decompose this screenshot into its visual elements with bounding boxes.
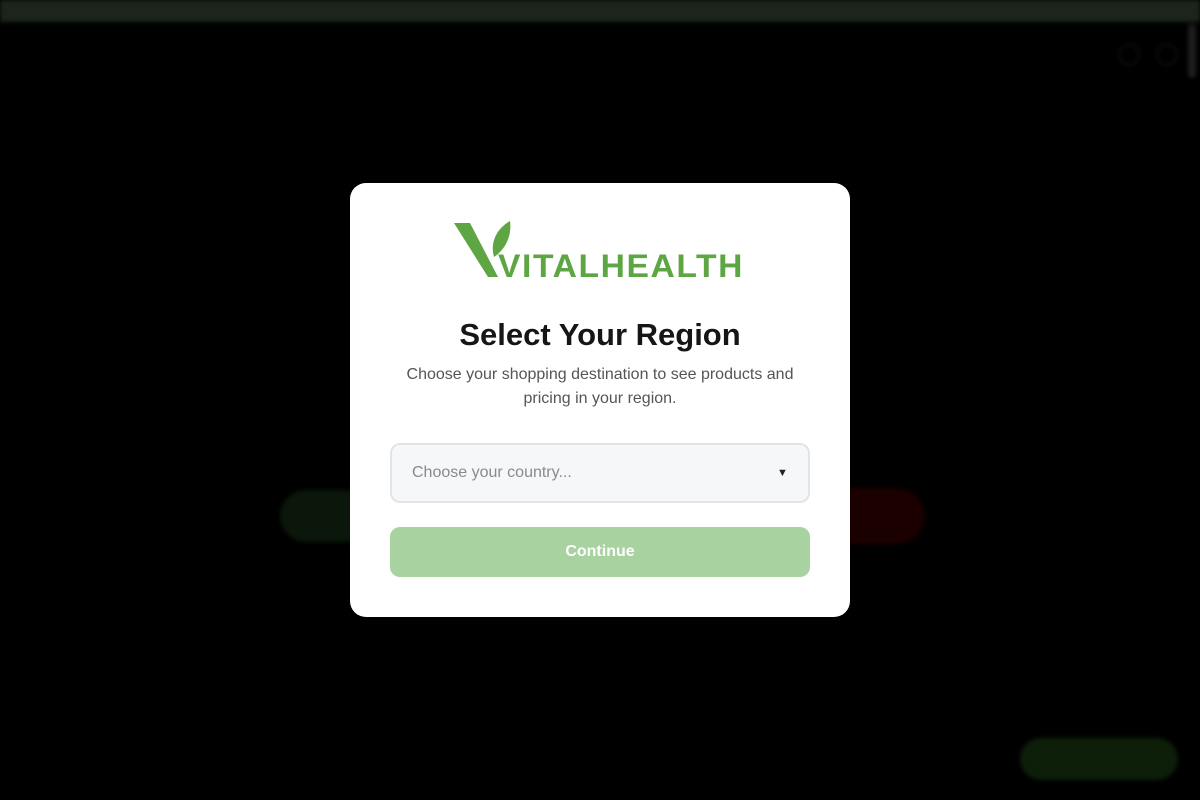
chevron-down-icon: ▼ (777, 467, 788, 479)
country-select-placeholder: Choose your country... (412, 464, 572, 481)
vitalhealth-logo: VITALHEALTH (454, 221, 744, 283)
continue-button[interactable]: Continue (390, 527, 810, 577)
modal-title: Select Your Region (459, 317, 741, 352)
brand-wordmark: VITALHEALTH (498, 248, 744, 283)
country-select[interactable]: Choose your country... ▼ (390, 443, 810, 503)
modal-description: Choose your shopping destination to see … (406, 366, 794, 407)
region-select-modal: VITALHEALTH Select Your Region Choose yo… (350, 183, 850, 617)
